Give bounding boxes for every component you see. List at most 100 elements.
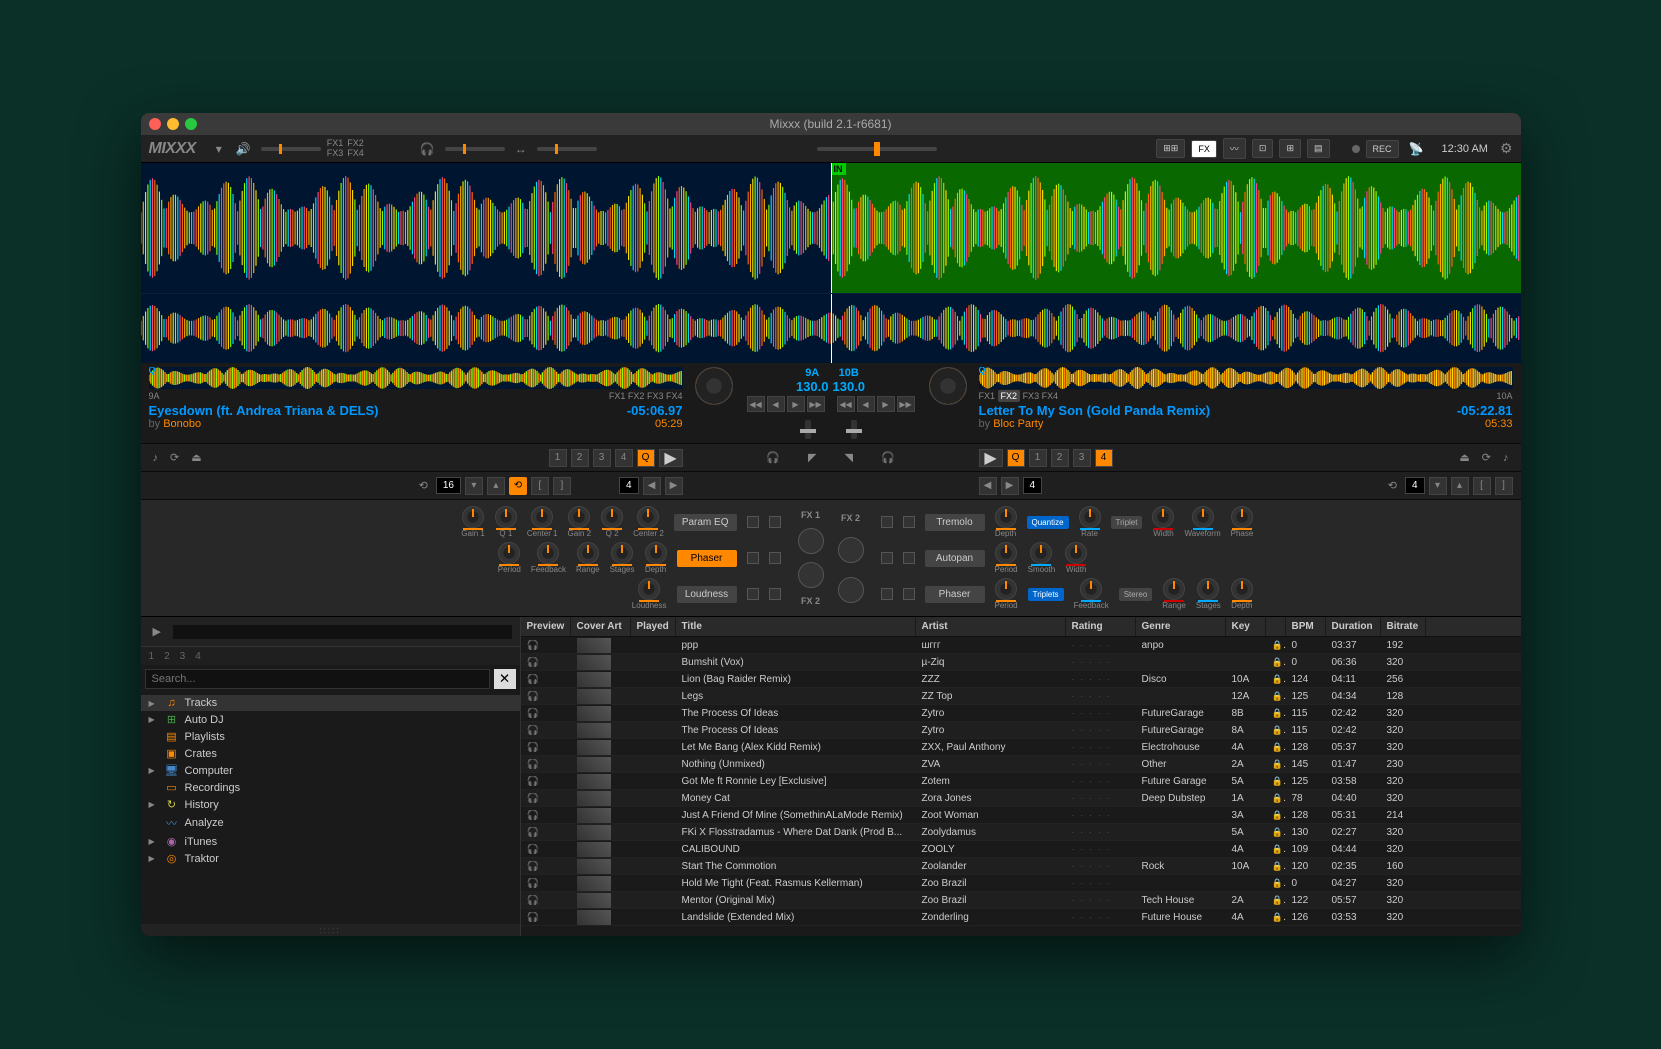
preview-icon[interactable]: 🎧 [527, 844, 539, 855]
preview-deck-3[interactable]: 3 [180, 651, 186, 662]
fx-selector[interactable]: Phaser [677, 550, 737, 567]
lock-icon[interactable]: 🔒 [1272, 776, 1286, 787]
table-row[interactable]: 🎧 Mentor (Original Mix) Zoo Brazil · · ·… [521, 892, 1521, 909]
fx-selector[interactable]: Tremolo [925, 514, 985, 531]
table-row[interactable]: 🎧 Hold Me Tight (Feat. Rasmus Kellerman)… [521, 875, 1521, 892]
deck1-cue-2[interactable]: 2 [571, 449, 589, 467]
fx-knob-width[interactable] [1065, 542, 1087, 564]
deck1-repeat-icon[interactable]: ⟳ [166, 449, 183, 466]
lock-icon[interactable]: 🔒 [1272, 742, 1286, 753]
deck1-overview[interactable]: Q [149, 367, 683, 389]
table-row[interactable]: 🎧 The Process Of Ideas Zytro · · · · · F… [521, 722, 1521, 739]
deck1-back[interactable]: ◀ [767, 396, 785, 412]
deck1-loop-active[interactable]: ⟲ [509, 477, 527, 495]
menu-icon[interactable]: ▾ [212, 140, 226, 158]
fx-knob-q1[interactable] [495, 506, 517, 528]
cell-rating[interactable]: · · · · · [1072, 845, 1112, 854]
deck1-play[interactable]: ▶ [659, 449, 683, 467]
preview-icon[interactable]: 🎧 [527, 810, 539, 821]
fx-selector[interactable]: Param EQ [674, 514, 737, 531]
preview-icon[interactable]: 🎧 [527, 878, 539, 889]
preview-icon[interactable]: 🎧 [527, 861, 539, 872]
search-clear-button[interactable]: ✕ [494, 669, 516, 689]
fx-knob-gain1[interactable] [462, 506, 484, 528]
tree-item-crates[interactable]: ▣ Crates [141, 745, 520, 762]
fx-enable-toggle[interactable] [881, 588, 893, 600]
lock-icon[interactable]: 🔒 [1272, 725, 1286, 736]
fx-selector[interactable]: Phaser [925, 586, 985, 603]
deck1-jump-back[interactable]: ◀ [643, 477, 661, 495]
lock-icon[interactable]: 🔒 [1272, 827, 1286, 838]
deck1-beatjump-size[interactable]: 4 [619, 477, 639, 494]
crossfader[interactable] [817, 147, 937, 151]
deck2-keylock-icon[interactable]: ♪ [1499, 450, 1513, 466]
deck2-jump-fwd[interactable]: ▶ [1001, 477, 1019, 495]
fx-expand-icon[interactable] [747, 552, 759, 564]
deck2-fx-assign[interactable]: FX1 FX2 FX3 FX4 [979, 391, 1059, 401]
cell-rating[interactable]: · · · · · [1072, 726, 1112, 735]
preview-icon[interactable]: 🎧 [527, 759, 539, 770]
cell-rating[interactable]: · · · · · [1072, 692, 1112, 701]
deck1-loop-icon[interactable]: ⟲ [415, 477, 432, 494]
column-header-key[interactable]: Key [1226, 617, 1266, 636]
lock-icon[interactable]: 🔒 [1272, 878, 1286, 889]
fx-knob-rate[interactable] [1079, 506, 1101, 528]
zoom-button[interactable] [185, 118, 197, 130]
preview-icon[interactable]: 🎧 [527, 742, 539, 753]
fx-expand-icon[interactable] [747, 516, 759, 528]
preview-deck-4[interactable]: 4 [195, 651, 201, 662]
deck2-quantize[interactable]: Q [1007, 449, 1025, 467]
tree-item-computer[interactable]: ▶ 🖥 Computer [141, 762, 520, 779]
sampler-toggle[interactable]: ⊞⊞ [1156, 139, 1185, 158]
master-fx-assign[interactable]: FX1FX2 FX3FX4 [327, 139, 364, 159]
fx-knob-loudness[interactable] [638, 578, 660, 600]
fx-selector[interactable]: Loudness [677, 586, 737, 603]
deck1-loop-size[interactable]: 16 [436, 477, 461, 494]
fx-enable-toggle[interactable] [769, 588, 781, 600]
table-header[interactable]: PreviewCover ArtPlayedTitleArtistRatingG… [521, 617, 1521, 637]
preview-icon[interactable]: 🎧 [527, 827, 539, 838]
table-row[interactable]: 🎧 ppp шггг · · · · · anpo 🔒 0 03:37 192 [521, 637, 1521, 654]
tree-expand-icon[interactable]: ▶ [149, 766, 159, 775]
preview-icon[interactable]: 🎧 [527, 640, 539, 651]
fx-enable-toggle[interactable] [769, 552, 781, 564]
preview-deck-1[interactable]: 1 [149, 651, 155, 662]
tree-item-tracks[interactable]: ▶ ♫ Tracks [141, 695, 520, 711]
column-header-preview[interactable]: Preview [521, 617, 571, 636]
tree-expand-icon[interactable]: ▶ [149, 715, 159, 724]
table-row[interactable]: 🎧 CALIBOUND ZOOLY · · · · · 4A 🔒 109 04:… [521, 841, 1521, 858]
column-header-rating[interactable]: Rating [1066, 617, 1136, 636]
fx-enable-toggle[interactable] [881, 552, 893, 564]
fx-knob-period[interactable] [995, 542, 1017, 564]
fx-expand-icon[interactable] [903, 552, 915, 564]
fx-expand-icon[interactable] [903, 588, 915, 600]
scrolling-waveforms[interactable]: IN [141, 163, 1521, 293]
headphone-mix-icon[interactable]: ↔ [511, 140, 531, 158]
column-header-duration[interactable]: Duration [1326, 617, 1381, 636]
deck1-bpm[interactable]: 130.0 [796, 379, 829, 394]
fx-selector[interactable]: Autopan [925, 550, 985, 567]
column-header-genre[interactable]: Genre [1136, 617, 1226, 636]
column-header-played[interactable]: Played [631, 617, 676, 636]
cell-rating[interactable]: · · · · · [1072, 641, 1112, 650]
broadcast-icon[interactable]: 📡 [1405, 140, 1428, 158]
sidebar-resize-handle[interactable]: ::::: [141, 924, 520, 936]
tree-expand-icon[interactable]: ▶ [149, 800, 159, 809]
deck1-keylock-icon[interactable]: ♪ [149, 450, 163, 466]
master-vol-icon[interactable]: 🔊 [232, 140, 255, 158]
deck1-eject-icon[interactable]: ⏏ [187, 449, 205, 466]
deck2-ffwd[interactable]: ▶▶ [897, 396, 915, 412]
fx-knob-q2[interactable] [601, 506, 623, 528]
fx-knob-stages[interactable] [611, 542, 633, 564]
cell-rating[interactable]: · · · · · [1072, 675, 1112, 684]
deck1-cue-1[interactable]: 1 [549, 449, 567, 467]
deck2-play[interactable]: ▶ [979, 449, 1003, 467]
column-header-artist[interactable]: Artist [916, 617, 1066, 636]
lock-icon[interactable]: 🔒 [1272, 895, 1286, 906]
fx-knob-depth[interactable] [995, 506, 1017, 528]
fx-btn-triplets[interactable]: Triplets [1028, 588, 1064, 601]
fx-knob-period[interactable] [995, 578, 1017, 600]
wave-toggle[interactable]: 〰 [1223, 138, 1246, 159]
library-tree[interactable]: ▶ ♫ Tracks ▶ ⊞ Auto DJ ▤ Playlists ▣ Cra… [141, 693, 520, 924]
preview-icon[interactable]: 🎧 [527, 708, 539, 719]
